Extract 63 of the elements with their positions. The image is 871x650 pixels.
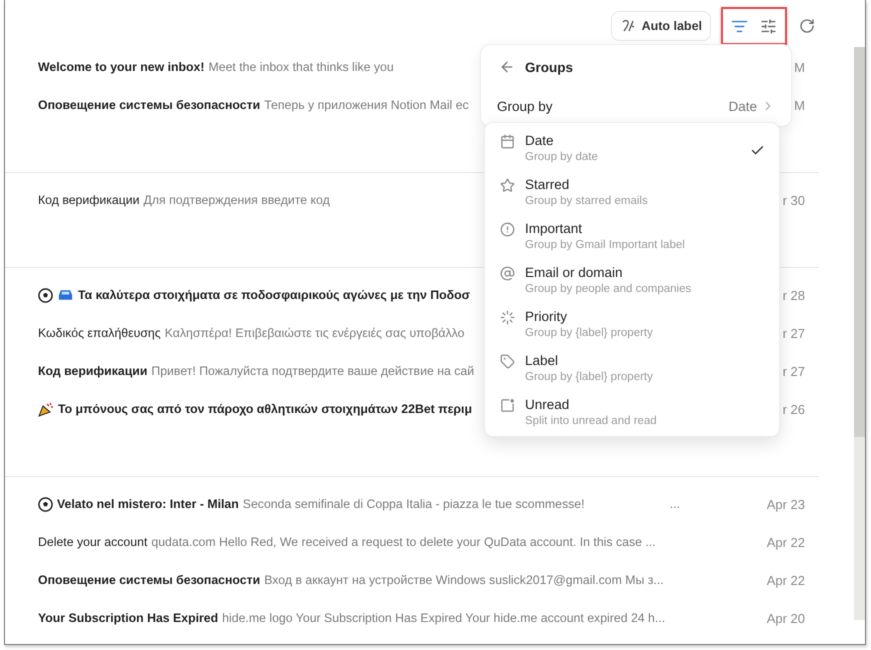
menu-item-title[interactable]: Date	[525, 133, 740, 148]
email-subject[interactable]: Оповещение системы безопасности	[38, 98, 260, 112]
email-subject[interactable]: Оповещение системы безопасности	[38, 573, 260, 587]
at-sign-icon	[500, 266, 514, 281]
menu-item-title[interactable]: Priority	[525, 309, 765, 324]
group-by-value[interactable]: Date	[728, 98, 757, 114]
menu-item-title[interactable]: Email or domain	[525, 265, 765, 280]
menu-item-description: Group by {label} property	[525, 371, 654, 383]
email-date: r 30	[782, 192, 805, 208]
dashed-circle-icon	[500, 310, 514, 325]
email-preview: Привет! Пожалуйста подтвердите ваше действие на сай	[151, 364, 474, 378]
party-popper-icon	[38, 402, 54, 416]
email-subject[interactable]: Τα καλύτερα στοιχήματα σε ποδοσφαιρικούς αγώνες με την Ποδοσ	[78, 288, 470, 302]
menu-item-description: Split into unread and read	[525, 415, 658, 427]
email-date: r 27	[782, 326, 805, 340]
email-preview: Meet the inbox that thinks like you	[208, 60, 394, 74]
email-subject[interactable]: Код верификации	[38, 193, 140, 207]
email-subject[interactable]: Delete your account	[38, 535, 148, 549]
soccer-ball-icon	[38, 496, 53, 512]
email-preview: qudata.com Hello Red, We received a request to delete your QuData account. In this case ...	[151, 535, 656, 549]
menu-item-title[interactable]: Starred	[525, 177, 765, 192]
email-date: r 28	[782, 288, 805, 302]
email-subject[interactable]: Κωδικός επαλήθευσης	[38, 326, 161, 340]
email-date: Apr 22	[766, 534, 805, 550]
tag-icon	[500, 354, 514, 369]
menu-item-title[interactable]: Label	[525, 353, 765, 368]
menu-item-title[interactable]: Unread	[525, 397, 765, 412]
scrollbar-thumb[interactable]	[854, 47, 865, 437]
email-date: r 26	[782, 402, 805, 416]
unread-icon	[500, 398, 514, 413]
email-preview: Seconda semifinale di Coppa Italia - piazza le tue scommesse!	[242, 497, 585, 511]
email-subject[interactable]: Το μπόνους σας από τον πάροχο αθλητικών στοιχημάτων 22Bet περιμ	[58, 402, 472, 416]
email-preview: Теперь у приложения Notion Mail ec	[264, 98, 469, 112]
car-icon	[57, 288, 74, 302]
menu-item-description: Group by people and companies	[525, 283, 692, 295]
email-date: M	[794, 98, 805, 112]
more-text: ...	[670, 497, 680, 511]
menu-item-description: Group by starred emails	[525, 195, 649, 207]
email-subject[interactable]: Welcome to your new inbox!	[38, 60, 204, 74]
email-date: Apr 23	[766, 496, 805, 512]
email-preview: Вход в аккаунт на устройстве Windows suslick2017@gmail.com Мы з...	[264, 573, 664, 587]
email-subject[interactable]: Velato nel mistero: Inter - Milan	[57, 497, 239, 511]
email-date: M	[794, 60, 805, 74]
email-subject[interactable]: Код верификации	[38, 364, 148, 378]
panel-title: Groups	[525, 60, 574, 74]
star-icon	[500, 178, 514, 193]
email-preview: Для подтверждения введите код	[144, 193, 330, 207]
menu-item-description: Group by {label} property	[525, 327, 654, 339]
group-by-label: Group by	[497, 98, 553, 114]
email-date: Apr 22	[766, 572, 805, 588]
menu-item-description: Group by Gmail Important label	[525, 239, 686, 251]
menu-item-title[interactable]: Important	[525, 221, 765, 236]
email-date: Apr 20	[766, 610, 805, 626]
auto-label-button[interactable]: Auto label	[610, 11, 711, 41]
email-date: r 27	[782, 364, 805, 378]
back-arrow-icon[interactable]	[499, 59, 515, 75]
email-preview: Καλησπέρα! Επιβεβαιώστε τις ενέργειές σας υποβάλλο	[164, 326, 464, 340]
email-subject[interactable]: Your Subscription Has Expired	[38, 611, 218, 625]
calendar-icon	[500, 134, 514, 149]
soccer-ball-icon	[38, 288, 53, 302]
alert-icon	[500, 222, 514, 237]
email-preview: hide.me logo Your Subscription Has Expired Your hide.me account expired 24 h...	[222, 611, 666, 625]
menu-item-description: Group by date	[525, 151, 599, 163]
